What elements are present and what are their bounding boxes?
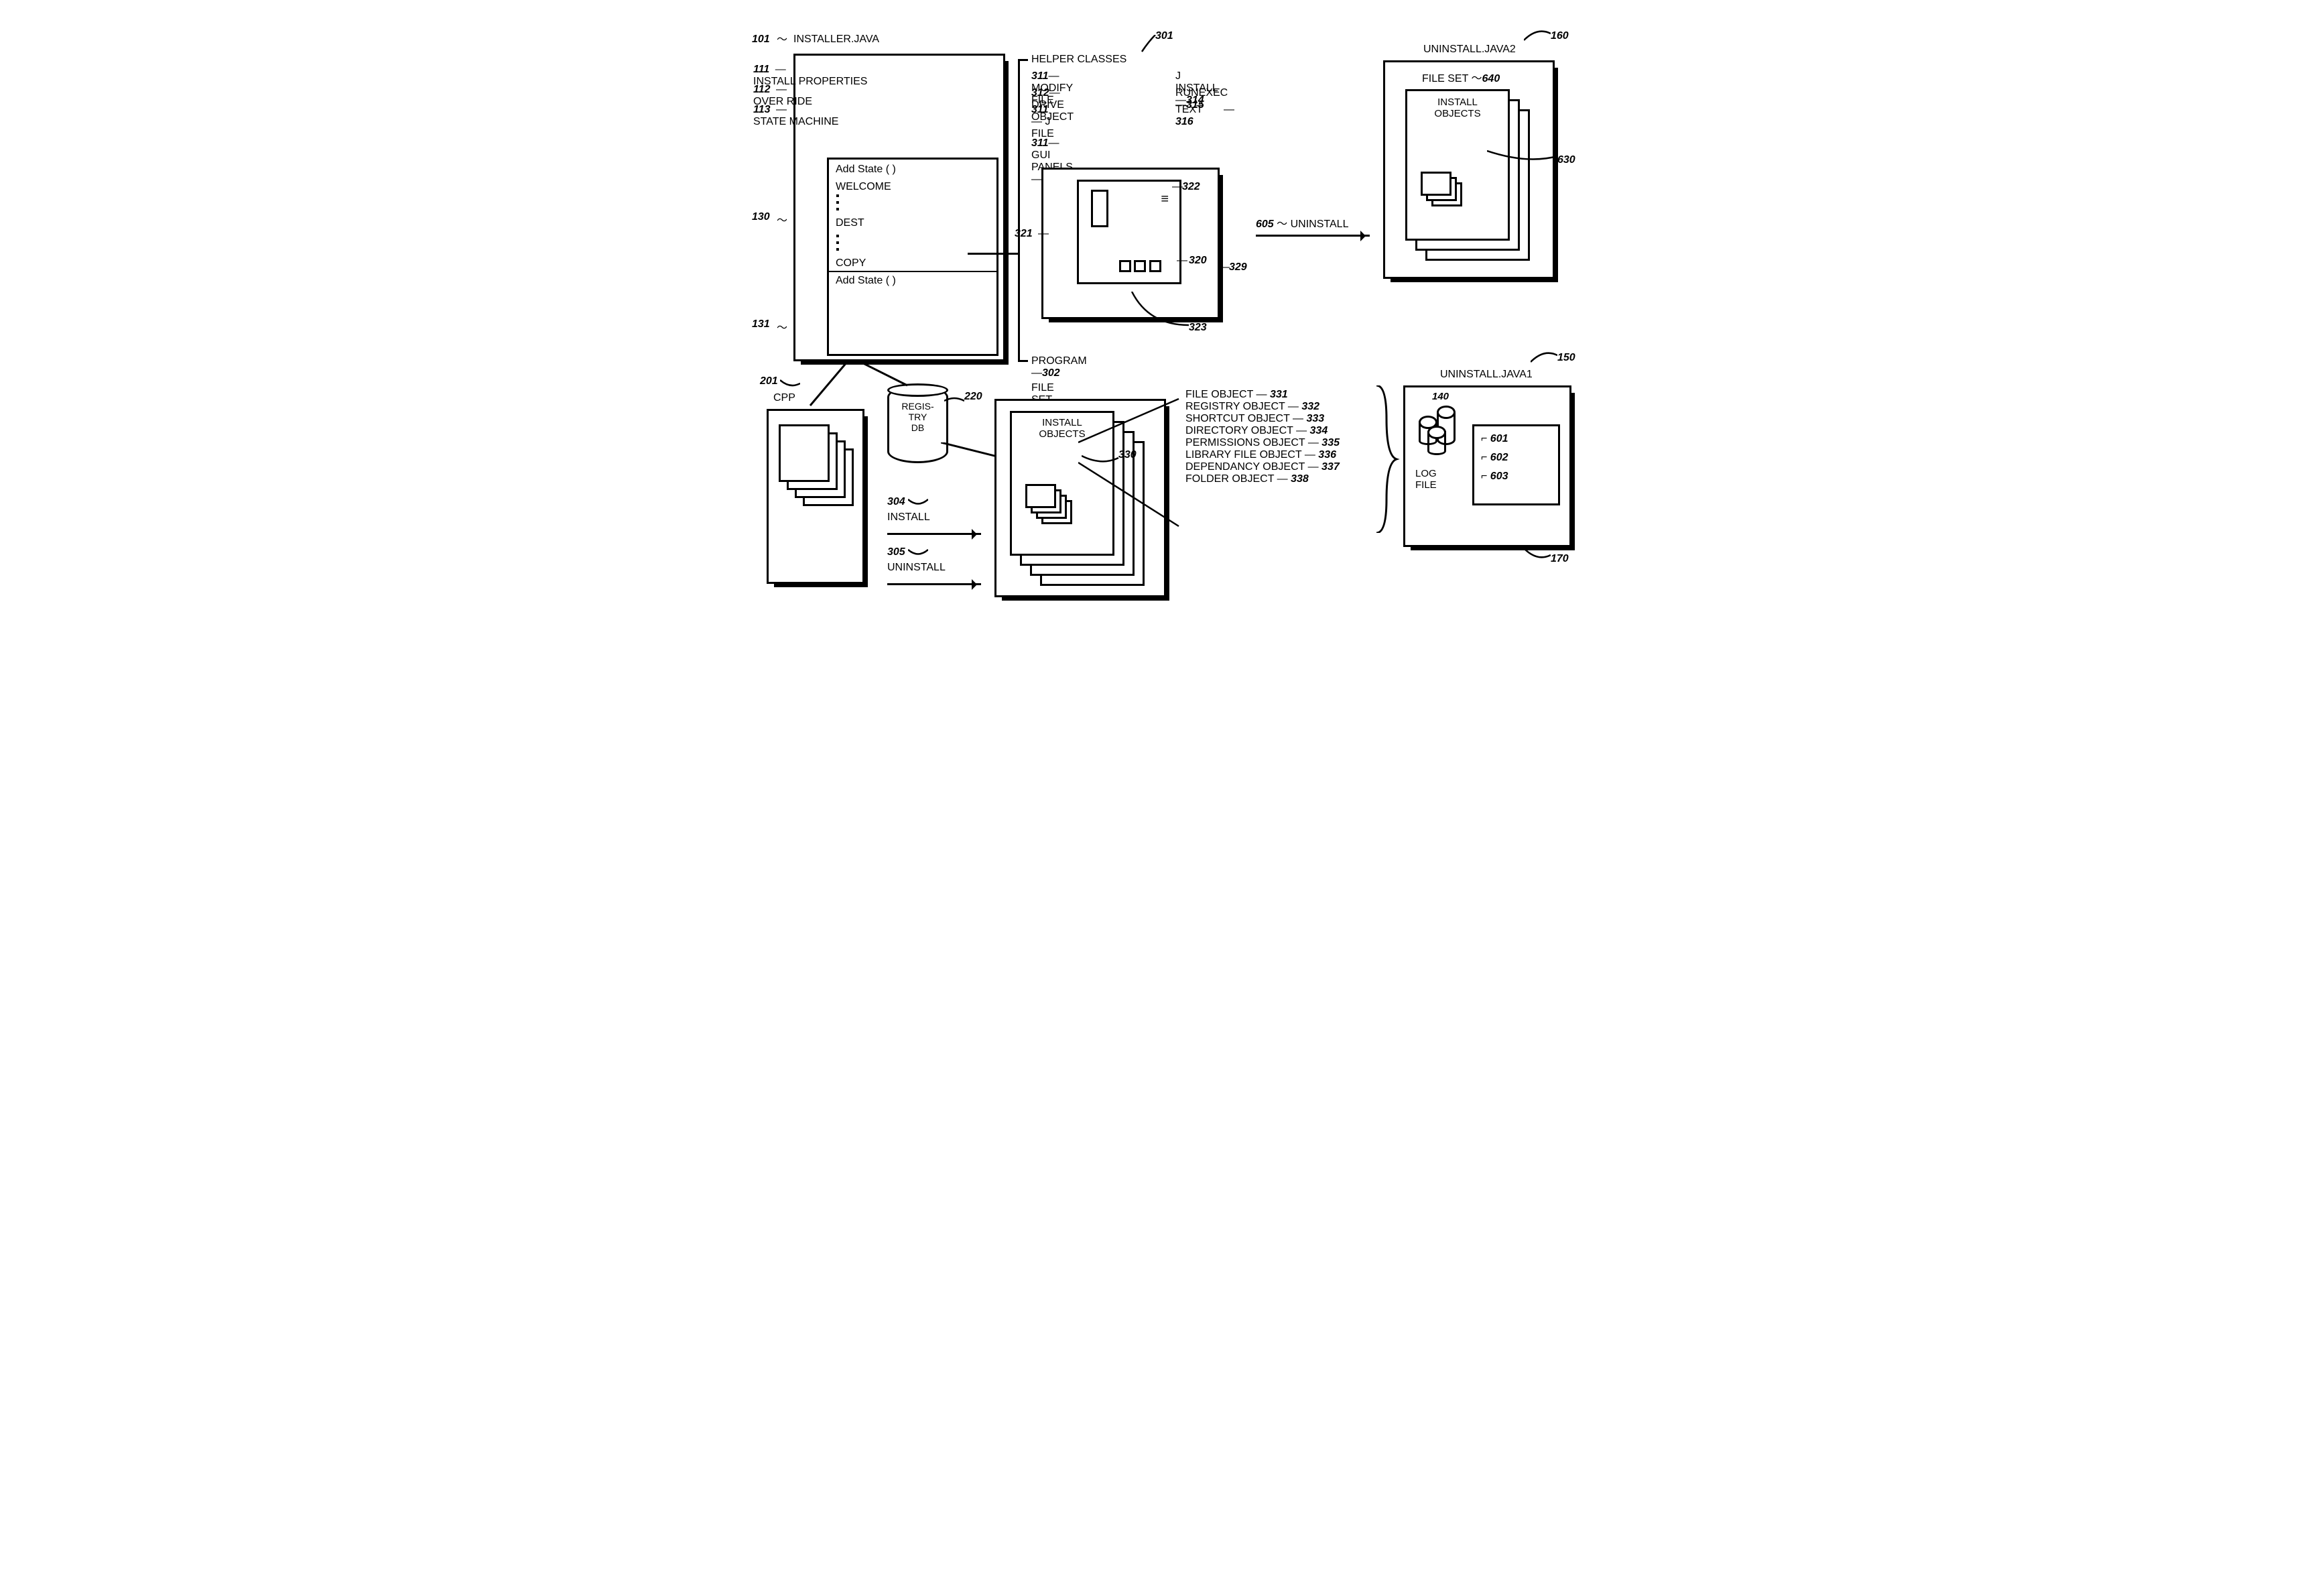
object-list: FILE OBJECT — 331 REGISTRY OBJECT — 332 … xyxy=(1185,389,1340,485)
cpp-label: CPP xyxy=(773,392,795,404)
fileset2-label: FILE SET xyxy=(1422,73,1468,84)
directory-object-label: DIRECTORY OBJECT xyxy=(1185,425,1293,436)
connector-objects-list xyxy=(1078,392,1185,533)
gui-slot xyxy=(1091,190,1108,227)
file-object-label: FILE OBJECT xyxy=(1185,389,1253,400)
ref-333: 333 xyxy=(1306,413,1324,424)
ref-150: 150 xyxy=(1557,352,1575,364)
ref-334: 334 xyxy=(1310,425,1328,436)
ref-601: 601 xyxy=(1490,433,1508,444)
folder-object-label: FOLDER OBJECT xyxy=(1185,473,1274,485)
ref-335: 335 xyxy=(1321,437,1340,448)
dest-label: DEST xyxy=(829,213,996,233)
ref-605: 605 xyxy=(1256,219,1274,230)
ref-602: 602 xyxy=(1490,452,1508,463)
uninstall1-box: 140 LOG FILE ⌐ 601 ⌐ 602 ⌐ 603 xyxy=(1403,385,1571,547)
ref-332: 332 xyxy=(1301,401,1319,412)
ref-312: 312 xyxy=(1031,87,1049,99)
library-file-object-label: LIBRARY FILE OBJECT xyxy=(1185,449,1301,461)
helper-title: HELPER CLASSES xyxy=(1031,54,1126,66)
add-state-bottom: Add State ( ) xyxy=(829,271,996,290)
ref-220: 220 xyxy=(964,391,982,403)
ref-603: 603 xyxy=(1490,471,1508,482)
text-label: TEXT xyxy=(1175,104,1203,115)
shortcut-object-label: SHORTCUT OBJECT xyxy=(1185,413,1290,424)
ref-170: 170 xyxy=(1551,553,1569,565)
installer-title: INSTALLER.JAVA xyxy=(793,34,879,46)
brace xyxy=(1373,385,1400,533)
program-label: PROGRAM xyxy=(1031,355,1087,367)
ref-338: 338 xyxy=(1291,473,1309,485)
log-entries-box: ⌐ 601 ⌐ 602 ⌐ 603 xyxy=(1472,424,1560,505)
jfile-label: J FILE xyxy=(1031,116,1054,139)
registry-object-label: REGISTRY OBJECT xyxy=(1185,401,1285,412)
ref-336: 336 xyxy=(1318,449,1336,461)
uninstall1-title: UNINSTALL.JAVA1 xyxy=(1440,369,1533,381)
ref-311a: 311 xyxy=(1031,70,1049,82)
welcome-label: WELCOME xyxy=(829,181,996,193)
state-list-box: Add State ( ) WELCOME ▪▪▪ DEST ▪▪▪ COPY … xyxy=(827,158,998,356)
uninstall-arrow-group: 605 〜 UNINSTALL xyxy=(1256,215,1348,231)
ref-311c: 311 xyxy=(1031,137,1049,149)
patent-diagram: 101 〜 INSTALLER.JAVA 111 — INSTALL PROPE… xyxy=(726,13,1598,597)
copy-label: COPY xyxy=(829,253,996,271)
gui-lines-icon: ≡ xyxy=(1161,192,1169,207)
uninstall-arrow-label: UNINSTALL xyxy=(1291,219,1349,230)
ref-112: 112 xyxy=(753,84,771,95)
install-arrow-group: 304 INSTALL xyxy=(887,496,930,524)
state-machine-label: STATE MACHINE xyxy=(753,116,838,127)
connector-installer-registry xyxy=(860,362,914,389)
logfile-label: LOG FILE xyxy=(1415,468,1437,491)
add-state-top: Add State ( ) xyxy=(829,160,996,181)
cpp-box xyxy=(767,409,864,584)
uninstall2-title: UNINSTALL.JAVA2 xyxy=(1423,44,1516,56)
ref-101: 101 xyxy=(752,34,770,46)
install-label: INSTALL xyxy=(887,511,930,524)
ref-331: 331 xyxy=(1270,389,1288,400)
ref-320: 320 xyxy=(1189,255,1207,267)
ref-316: 316 xyxy=(1175,116,1193,127)
ref-304: 304 xyxy=(887,496,905,507)
runexec-label: RUNEXEC xyxy=(1175,87,1228,99)
uninstall2-box: FILE SET 〜640 INSTALL OBJECTS xyxy=(1383,60,1555,279)
ref-305: 305 xyxy=(887,546,905,558)
uninstall-arrow2-group: 305 UNINSTALL xyxy=(887,546,946,574)
ref-140: 140 xyxy=(1432,391,1449,402)
connector-installer-helper xyxy=(968,253,1018,255)
ref-160: 160 xyxy=(1551,30,1569,42)
ref-322: 322 xyxy=(1182,181,1200,193)
ref-131: 131 xyxy=(752,318,770,330)
ref-640: 640 xyxy=(1482,73,1500,84)
install-objects2-label: INSTALL OBJECTS xyxy=(1407,91,1508,125)
uninstall2-label: UNINSTALL xyxy=(887,562,946,574)
ref-113: 113 xyxy=(753,104,771,115)
dependancy-object-label: DEPENDANCY OBJECT xyxy=(1185,461,1305,473)
ref-302b: 302 xyxy=(1042,367,1060,379)
ref-130: 130 xyxy=(752,211,770,223)
ref-337: 337 xyxy=(1321,461,1340,473)
ref-311b: 311 xyxy=(1031,104,1049,115)
registry-label: REGIS- TRY DB xyxy=(889,387,946,433)
ref-111: 111 xyxy=(753,64,769,75)
ref-201: 201 xyxy=(760,375,778,387)
gui-card: ≡ xyxy=(1077,180,1181,284)
permissions-object-label: PERMISSIONS OBJECT xyxy=(1185,437,1305,448)
ref-329: 329 xyxy=(1229,261,1247,273)
ref-321: 321 xyxy=(1015,228,1033,240)
